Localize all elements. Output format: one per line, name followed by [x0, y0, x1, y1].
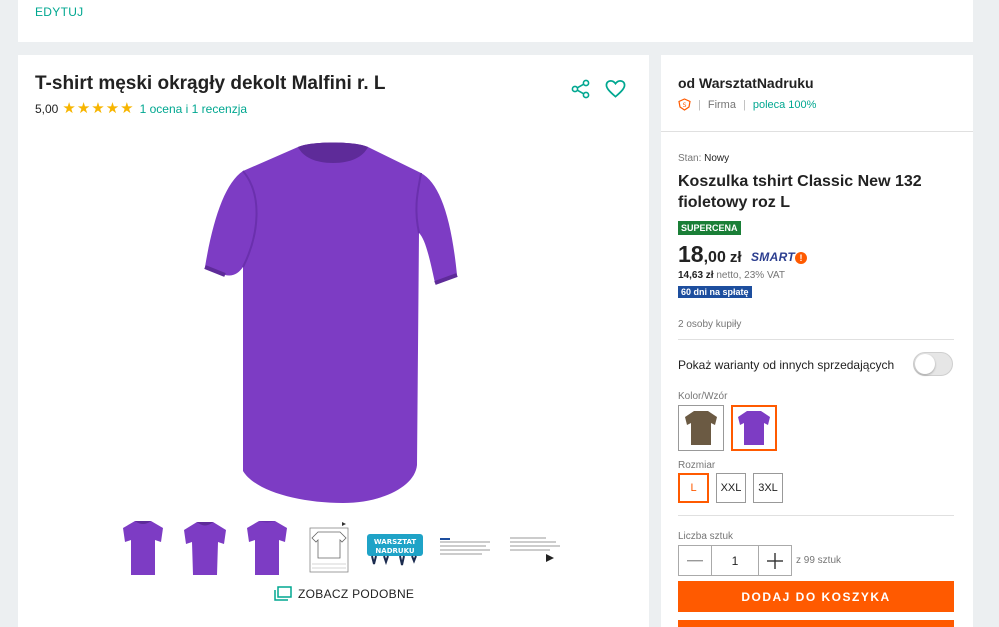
reviews-link[interactable]: 1 ocena i 1 recenzja	[140, 102, 247, 116]
quantity-max: z 99 sztuk	[796, 555, 842, 566]
quantity-label: Liczba sztuk	[678, 531, 734, 542]
offer-card: od WarsztatNadruku S | Firma | poleca 10…	[661, 55, 973, 627]
netto-price: 14,63 zł netto, 23% VAT	[678, 270, 785, 281]
separator: |	[742, 98, 746, 111]
condition-value: Nowy	[704, 153, 730, 164]
condition-label: Stan:	[678, 153, 702, 164]
color-label: Kolor/Wzór	[678, 391, 728, 402]
size-option-3xl[interactable]: 3XL	[753, 473, 783, 503]
product-main-image[interactable]	[203, 135, 463, 505]
heart-icon[interactable]	[605, 79, 626, 99]
divider	[678, 515, 954, 516]
size-option-l[interactable]: L	[678, 473, 709, 503]
minus-icon	[687, 559, 703, 561]
price: 18,00 zł	[678, 241, 742, 268]
plus-icon	[767, 552, 783, 569]
star-icon: ★	[105, 100, 120, 117]
decrease-button[interactable]	[679, 546, 711, 575]
thumbnail-text-info[interactable]	[436, 517, 494, 579]
divider	[661, 131, 973, 132]
see-similar-link[interactable]: ZOBACZ PODOBNE	[274, 586, 414, 601]
thumbnail-front[interactable]	[118, 517, 168, 579]
offer-title: Koszulka tshirt Classic New 132 fioletow…	[678, 173, 922, 211]
increase-button[interactable]	[759, 546, 791, 575]
share-icon[interactable]	[571, 79, 591, 99]
rating-value: 5,00	[35, 101, 59, 116]
netto-amount: 14,63 zł	[678, 270, 714, 281]
add-to-cart-button[interactable]: DODAJ DO KOSZYKA	[678, 581, 954, 612]
price-integer: 18	[678, 241, 704, 267]
buyers-count: 2 osoby kupiły	[678, 319, 742, 330]
star-icon: ★	[62, 100, 76, 117]
installments-badge[interactable]: 60 dni na spłatę	[678, 286, 752, 298]
seller-recommend[interactable]: poleca 100%	[753, 99, 817, 111]
seller-name[interactable]: od WarsztatNadruku	[678, 75, 814, 91]
product-gallery-card: T-shirt męski okrągły dekolt Malfini r. …	[18, 55, 649, 627]
seller-info: S | Firma | poleca 100%	[678, 98, 816, 111]
toggle-knob	[915, 354, 935, 374]
supercena-badge: SUPERCENA	[678, 221, 741, 235]
thumbnail-back[interactable]	[242, 517, 292, 579]
quantity-input[interactable]	[711, 546, 759, 575]
product-title: T-shirt męski okrągły dekolt Malfini r. …	[35, 73, 386, 94]
size-option-xxl[interactable]: XXL	[716, 473, 746, 503]
seller-badge-icon: S	[678, 98, 691, 111]
rating-row: 5,00 ★ ★ ★ ★ ★ 1 ocena i 1 recenzja	[35, 101, 247, 116]
thumbnail-size-chart[interactable]	[304, 517, 354, 579]
svg-text:WARSZTAT: WARSZTAT	[374, 538, 416, 546]
separator: |	[698, 98, 701, 111]
condition: Stan: Nowy	[678, 153, 729, 164]
thumbnail-text-info-2[interactable]	[506, 517, 564, 579]
top-card: EDYTUJ	[18, 0, 973, 42]
price-currency: zł	[729, 249, 742, 266]
svg-text:S: S	[683, 102, 687, 109]
thumbnail-logo[interactable]: WARSZTAT NADRUKU	[366, 517, 424, 579]
color-swatch-purple[interactable]	[731, 405, 777, 451]
see-similar-label: ZOBACZ PODOBNE	[298, 586, 415, 601]
star-icon: ★	[120, 100, 134, 117]
thumbnail-strip: WARSZTAT NADRUKU	[118, 517, 564, 579]
size-label: Rozmiar	[678, 460, 716, 471]
netto-text: netto, 23% VAT	[716, 270, 785, 281]
color-swatch-khaki[interactable]	[678, 405, 724, 451]
variants-toggle[interactable]	[913, 352, 953, 376]
smart-logo[interactable]: SMART	[751, 250, 795, 264]
thumbnail-side[interactable]	[180, 517, 230, 579]
gallery-icon	[274, 586, 292, 601]
seller-type: Firma	[707, 98, 736, 111]
edit-link[interactable]: EDYTUJ	[35, 5, 83, 19]
variants-toggle-label: Pokaż warianty od innych sprzedających	[678, 358, 895, 372]
svg-text:NADRUKU: NADRUKU	[375, 547, 414, 555]
star-icon: ★	[76, 100, 91, 117]
quantity-stepper	[678, 545, 792, 576]
rating-stars: ★ ★ ★ ★ ★	[62, 101, 133, 116]
star-icon: ★	[91, 100, 105, 117]
smart-info-icon[interactable]: !	[795, 252, 807, 264]
divider	[678, 339, 954, 340]
buy-now-button[interactable]	[678, 620, 954, 627]
price-decimal: ,00	[703, 249, 726, 266]
